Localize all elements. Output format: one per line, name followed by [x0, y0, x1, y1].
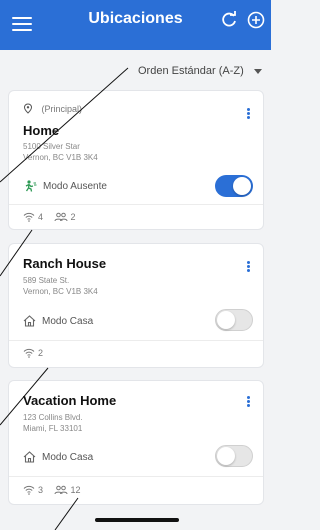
more-options-icon[interactable] — [245, 395, 251, 409]
mode-row: Modo Casa — [23, 451, 93, 463]
card-divider — [9, 204, 263, 205]
users-count: 12 — [70, 485, 81, 495]
away-person-icon — [25, 180, 37, 192]
wifi-icon — [23, 485, 35, 495]
wifi-count: 3 — [38, 485, 44, 495]
users-count: 2 — [70, 212, 76, 222]
mode-label: Modo Ausente — [43, 181, 107, 192]
add-location-icon[interactable] — [246, 10, 266, 30]
card-stats: 2 — [23, 348, 43, 358]
location-name: Ranch House — [23, 256, 107, 271]
card-divider — [9, 476, 263, 477]
chevron-down-icon — [254, 69, 262, 74]
location-card-vacation-home[interactable]: Vacation Home 123 Collins Blvd. Miami, F… — [8, 380, 264, 505]
location-name: Home — [23, 123, 60, 138]
location-pin-icon — [23, 103, 33, 114]
primary-badge-text: (Principal) — [41, 104, 83, 114]
users-icon — [54, 212, 68, 222]
location-card-home[interactable]: (Principal) Home 5100 Silver Star Vernon… — [8, 90, 264, 230]
address-line-1: 123 Collins Blvd. — [23, 413, 83, 422]
sort-label: Orden Estándar (A-Z) — [138, 65, 244, 77]
house-icon — [23, 451, 36, 463]
location-name: Vacation Home — [23, 393, 117, 408]
mode-toggle[interactable] — [215, 309, 253, 331]
wifi-count: 2 — [38, 348, 44, 358]
mode-toggle[interactable] — [215, 175, 253, 197]
mode-label: Modo Casa — [42, 316, 94, 327]
wifi-count: 4 — [38, 212, 44, 222]
home-indicator — [95, 518, 179, 522]
users-icon — [54, 485, 68, 495]
sort-dropdown[interactable]: Orden Estándar (A-Z) — [130, 63, 270, 81]
refresh-icon[interactable] — [219, 10, 239, 30]
card-stats: 4 2 — [23, 212, 76, 222]
address-line-1: 5100 Silver Star — [23, 142, 80, 151]
address-line-2: Vernon, BC V1B 3K4 — [23, 153, 98, 162]
mode-label: Modo Casa — [42, 452, 94, 463]
house-icon — [23, 315, 36, 327]
location-address: 5100 Silver Star Vernon, BC V1B 3K4 — [23, 141, 98, 163]
app-header: Ubicaciones — [0, 0, 271, 50]
location-address: 123 Collins Blvd. Miami, FL 33101 — [23, 412, 83, 434]
location-card-ranch-house[interactable]: Ranch House 589 State St. Vernon, BC V1B… — [8, 243, 264, 368]
more-options-icon[interactable] — [245, 260, 251, 274]
wifi-icon — [23, 348, 35, 358]
primary-badge: (Principal) — [23, 103, 82, 114]
mode-row: Modo Ausente — [23, 180, 107, 192]
card-divider — [9, 340, 263, 341]
mode-row: Modo Casa — [23, 315, 93, 327]
location-address: 589 State St. Vernon, BC V1B 3K4 — [23, 275, 98, 297]
address-line-1: 589 State St. — [23, 276, 70, 285]
more-options-icon[interactable] — [245, 107, 251, 121]
mode-toggle[interactable] — [215, 445, 253, 467]
wifi-icon — [23, 212, 35, 222]
address-line-2: Vernon, BC V1B 3K4 — [23, 287, 98, 296]
card-stats: 3 12 — [23, 485, 81, 495]
address-line-2: Miami, FL 33101 — [23, 424, 83, 433]
